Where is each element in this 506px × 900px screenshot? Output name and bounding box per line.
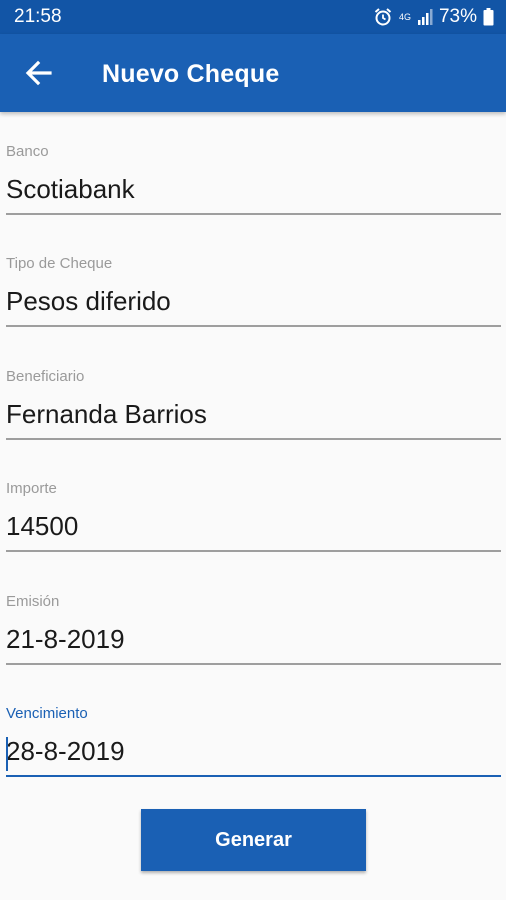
tipo-cheque-underline (6, 325, 501, 327)
arrow-left-icon (25, 60, 52, 86)
app-bar: Nuevo Cheque (0, 34, 506, 112)
beneficiario-underline (6, 438, 501, 440)
network-type: 4G (398, 11, 411, 22)
tipo-cheque-input[interactable] (6, 281, 501, 321)
beneficiario-input[interactable] (6, 394, 501, 434)
emision-underline (6, 663, 501, 665)
vencimiento-underline (6, 775, 501, 777)
signal-icon (417, 8, 433, 26)
status-icons: 4G 73% (373, 6, 494, 28)
battery-icon (483, 8, 494, 26)
battery-percent: 73% (438, 6, 477, 27)
status-time: 21:58 (14, 6, 62, 27)
emision-label: Emisión (6, 593, 60, 610)
emision-input[interactable] (6, 619, 501, 659)
back-button[interactable] (22, 58, 54, 88)
beneficiario-label: Beneficiario (6, 368, 85, 385)
importe-input[interactable] (6, 506, 501, 546)
alarm-icon (373, 7, 393, 27)
banco-label: Banco (6, 143, 49, 160)
status-bar: 21:58 4G 73% (0, 0, 506, 34)
generar-button[interactable]: Generar (141, 809, 366, 871)
vencimiento-label: Vencimiento (6, 705, 88, 722)
importe-label: Importe (6, 480, 57, 497)
importe-underline (6, 550, 501, 552)
banco-underline (6, 213, 501, 215)
banco-input[interactable] (6, 169, 501, 209)
text-cursor (6, 737, 8, 771)
page-title: Nuevo Cheque (102, 60, 280, 88)
tipo-cheque-label: Tipo de Cheque (6, 255, 113, 272)
vencimiento-input[interactable] (6, 731, 501, 771)
